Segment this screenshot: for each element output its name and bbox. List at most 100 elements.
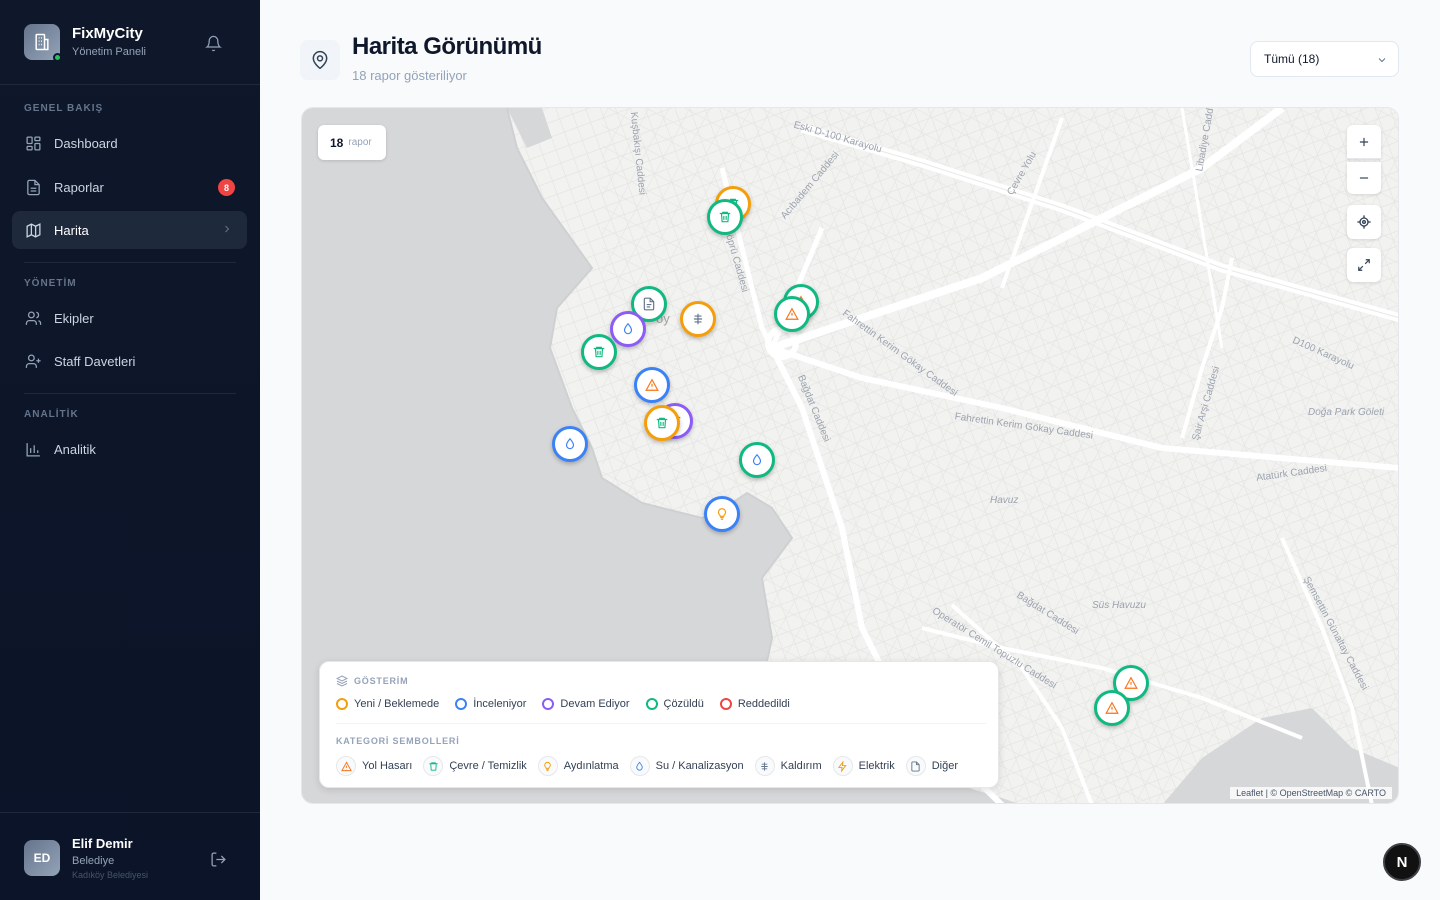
filter-selected-value: Tümü (18) (1264, 52, 1320, 66)
bar-chart-icon (24, 440, 42, 458)
map-attribution[interactable]: Leaflet | © OpenStreetMap © CARTO (1230, 787, 1392, 799)
sidebar-divider (0, 84, 260, 85)
user-plus-icon (24, 352, 42, 370)
legend-category-lighting: Aydınlatma (537, 756, 619, 776)
app-subtitle: Yönetim Paneli (72, 46, 146, 58)
legend-divider (336, 723, 986, 724)
sidebar-divider (24, 393, 236, 394)
sidebar-item-analytics[interactable]: Analitik (12, 430, 247, 468)
crosshair-icon (1357, 215, 1371, 229)
sidebar-item-label: Ekipler (54, 310, 94, 326)
category-label: Diğer (931, 760, 958, 772)
warning-icon (785, 307, 799, 320)
chevron-down-icon (1376, 54, 1388, 69)
report-marker[interactable] (707, 199, 743, 235)
status-ring-icon (336, 698, 348, 710)
trash-icon (429, 761, 438, 771)
category-label: Kaldırım (780, 760, 822, 772)
map-pin-icon (300, 40, 340, 80)
report-marker[interactable] (634, 367, 670, 403)
report-marker[interactable] (1094, 690, 1130, 726)
place-label: Havuz (990, 495, 1019, 506)
warning-icon (1105, 701, 1119, 714)
report-marker[interactable] (774, 296, 810, 332)
report-marker[interactable] (680, 301, 716, 337)
warning-icon (340, 760, 352, 771)
user-profile[interactable]: ED Elif Demir Belediye Kadıköy Belediyes… (24, 836, 236, 886)
legend-category-electric: Elektrik (832, 756, 895, 776)
sidebar-item-reports[interactable]: Raporlar 8 (12, 168, 247, 206)
report-marker[interactable] (704, 496, 740, 532)
sidebar-divider (24, 262, 236, 263)
status-label: İnceleniyor (473, 698, 527, 710)
sidebar-item-staff-invites[interactable]: Staff Davetleri (12, 342, 247, 380)
section-label-analytics: ANALİTİK (24, 409, 79, 420)
app-name: FixMyCity (72, 25, 143, 42)
logout-icon[interactable] (210, 851, 227, 873)
map-view[interactable]: Doğa Park Göleti Havuz Süs Havuzu oy Esk… (301, 107, 1399, 804)
sidebar-item-label: Raporlar (54, 179, 104, 195)
map-legend: GÖSTERİM Yeni / Beklemede İnceleniyor De… (319, 661, 999, 788)
status-ring-icon (455, 698, 468, 710)
sidebar-item-teams[interactable]: Ekipler (12, 299, 247, 337)
report-marker[interactable] (644, 405, 680, 441)
fullscreen-button[interactable] (1347, 248, 1381, 282)
framework-badge[interactable]: N (1383, 843, 1421, 881)
category-label: Yol Hasarı (362, 760, 413, 772)
droplet-icon (623, 322, 633, 335)
page-title: Harita Görünümü (352, 33, 542, 60)
legend-status-new: Yeni / Beklemede (336, 698, 439, 710)
report-marker[interactable] (739, 442, 775, 478)
status-label: Devam Ediyor (560, 698, 630, 710)
trash-icon (719, 211, 731, 223)
droplet-icon (752, 453, 762, 466)
status-filter-select[interactable]: Tümü (18) (1250, 41, 1399, 77)
users-icon (24, 309, 42, 327)
report-count-label: rapor (348, 137, 372, 148)
document-icon (643, 297, 655, 311)
legend-status-rejected: Reddedildi (719, 698, 790, 710)
dashboard-icon (24, 134, 42, 152)
sidebar-divider (0, 812, 260, 813)
sidebar-item-map[interactable]: Harita (12, 211, 247, 249)
legend-category-road: Yol Hasarı (336, 756, 412, 776)
legend-title: GÖSTERİM (336, 675, 408, 687)
legend-categories-title: KATEGORİ SEMBOLLERİ (336, 736, 460, 746)
zoom-out-button[interactable] (1347, 162, 1381, 194)
lightbulb-icon (717, 508, 727, 520)
avatar: ED (24, 840, 60, 876)
lightbulb-icon (544, 761, 551, 771)
building-icon (24, 24, 62, 62)
warning-icon (645, 378, 659, 391)
chevron-right-icon (221, 223, 233, 238)
report-marker[interactable] (610, 311, 646, 347)
sidewalk-icon (761, 761, 768, 771)
legend-status-in-progress: Devam Ediyor (542, 698, 630, 710)
sidebar-item-label: Analitik (54, 441, 96, 457)
layers-icon (336, 675, 348, 687)
droplet-icon (636, 761, 643, 771)
legend-status-resolved: Çözüldü (645, 698, 704, 710)
legend-category-sidewalk: Kaldırım (754, 756, 822, 776)
report-marker[interactable] (581, 334, 617, 370)
legend-title-text: GÖSTERİM (354, 676, 409, 686)
place-label: Süs Havuzu (1092, 600, 1146, 611)
category-label: Su / Kanalizasyon (655, 760, 744, 772)
status-ring-icon (719, 698, 732, 710)
warning-icon (1124, 676, 1138, 689)
category-label: Çevre / Temizlik (449, 760, 527, 772)
status-label: Reddedildi (737, 698, 790, 710)
report-marker[interactable] (552, 426, 588, 462)
locate-button[interactable] (1347, 205, 1381, 239)
category-label: Aydınlatma (563, 760, 619, 772)
legend-category-row: Yol Hasarı Çevre / Temizlik Aydınlatma S… (336, 756, 969, 776)
trash-icon (656, 417, 668, 429)
droplet-icon (565, 437, 575, 450)
online-indicator (53, 53, 62, 62)
legend-category-other: Diğer (905, 756, 958, 776)
zoom-in-button[interactable] (1347, 125, 1381, 159)
user-org: Kadıköy Belediyesi (72, 870, 149, 880)
expand-icon (1358, 259, 1370, 271)
bell-icon[interactable] (202, 32, 224, 54)
sidebar-item-dashboard[interactable]: Dashboard (12, 124, 247, 162)
